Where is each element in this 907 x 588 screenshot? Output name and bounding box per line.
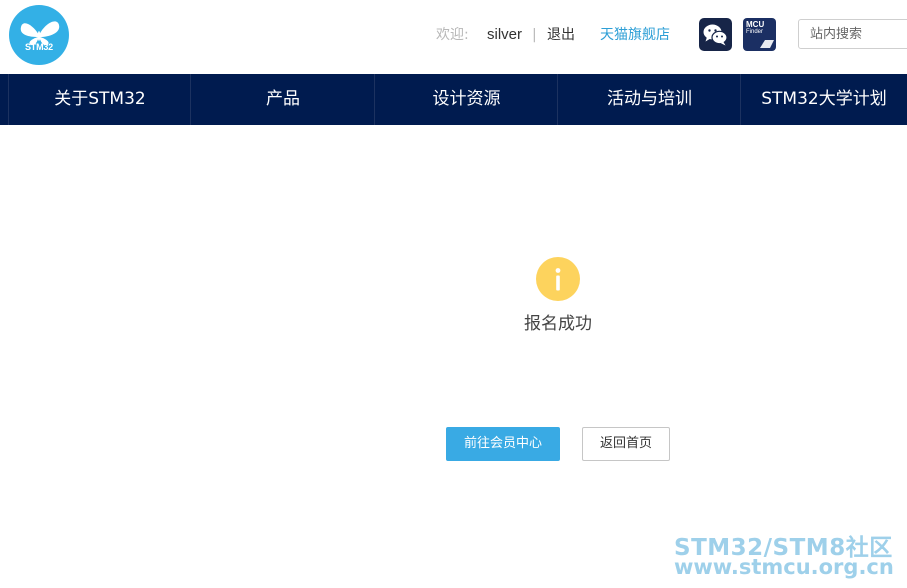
stm32-logo[interactable]: STM32	[9, 5, 69, 65]
nav-item-products[interactable]: 产品	[190, 74, 375, 125]
tmall-store-link[interactable]: 天猫旗舰店	[600, 26, 670, 44]
nav-item-university-program[interactable]: STM32大学计划	[740, 74, 907, 125]
st-logo-icon	[760, 40, 774, 48]
info-icon	[536, 257, 580, 301]
top-header: STM32 欢迎: silver | 退出 天猫旗舰店 MCU Finder	[0, 0, 907, 74]
logo-text: STM32	[24, 42, 53, 52]
wechat-icon	[703, 24, 728, 46]
username: silver	[487, 26, 523, 43]
nav-item-about[interactable]: 关于STM32	[8, 74, 191, 125]
back-home-button[interactable]: 返回首页	[582, 427, 670, 461]
nav-item-events-training[interactable]: 活动与培训	[557, 74, 741, 125]
status-message: 报名成功	[524, 314, 592, 334]
logout-link[interactable]: 退出	[547, 26, 575, 44]
search-input[interactable]	[798, 19, 907, 49]
wechat-button[interactable]	[699, 18, 732, 51]
separator: |	[532, 27, 537, 43]
member-center-button[interactable]: 前往会员中心	[446, 427, 560, 461]
mcu-finder-button[interactable]: MCU Finder	[743, 18, 776, 51]
nav-item-design-resources[interactable]: 设计资源	[374, 74, 558, 125]
welcome-label: 欢迎:	[436, 27, 469, 43]
butterfly-logo-icon	[20, 21, 60, 46]
main-nav: 关于STM32 产品 设计资源 活动与培训 STM32大学计划	[0, 74, 907, 125]
watermark-line2: www.stmcu.org.cn	[674, 555, 894, 579]
